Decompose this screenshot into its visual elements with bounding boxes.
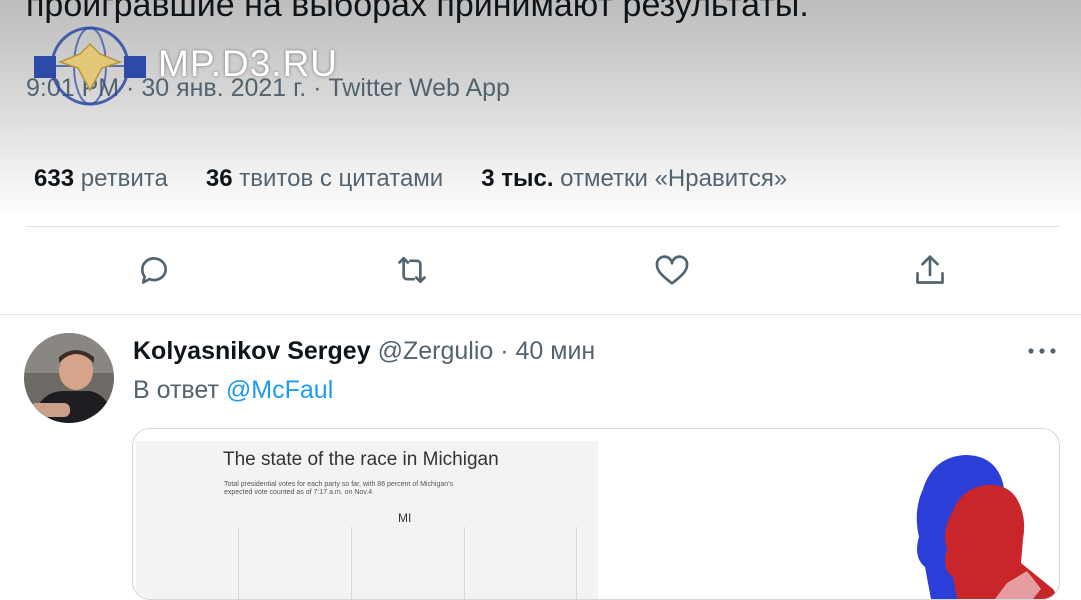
reply-prefix: В ответ: [133, 376, 219, 404]
chart-gridline: [351, 527, 352, 599]
tweet-text-tail: проигравшие на выборах принимают результ…: [26, 0, 809, 24]
watermark-emblem-icon: [34, 26, 146, 106]
chart-gridline: [576, 527, 577, 599]
author-name[interactable]: Kolyasnikov Sergey: [133, 337, 371, 365]
stat-count: 36: [205, 165, 233, 192]
reply-context: В ответ @McFaul: [133, 376, 333, 405]
tweet-actions: [0, 248, 1081, 298]
reply-author: Kolyasnikov Sergey @Zergulio · 40 мин: [133, 337, 595, 366]
share-upload-icon: [916, 255, 944, 284]
divider-thread: [0, 314, 1081, 315]
tweet-stats: 633 ретвита 36 твитов с цитатами 3 тыс. …: [34, 165, 787, 199]
watermark: MP.D3.RU: [30, 24, 360, 114]
stat-count: 633: [34, 165, 75, 192]
chart-gridline: [464, 527, 465, 599]
heart-icon: [655, 255, 689, 285]
chart-image-title: The state of the race in Michigan: [223, 449, 499, 470]
stat-label: ретвита: [80, 165, 168, 192]
speech-bubble-icon: [140, 257, 167, 284]
stat-quote-tweets[interactable]: 36 твитов с цитатами: [206, 165, 443, 199]
stat-label: отметки «Нравится»: [560, 165, 788, 192]
reply-time[interactable]: 40 мин: [516, 337, 596, 365]
reply-button[interactable]: [132, 248, 176, 292]
retweet-arrows-icon: [398, 257, 426, 283]
divider-stats: [26, 226, 1060, 227]
meta-separator: ·: [500, 337, 509, 365]
retweet-button[interactable]: [390, 248, 434, 292]
candidate-silhouettes-image: [916, 455, 1059, 599]
stat-label: твитов с цитатами: [239, 165, 444, 192]
stat-count: 3 тыс.: [481, 165, 554, 192]
author-handle[interactable]: @Zergulio: [378, 337, 494, 365]
chart-image-label: MI: [398, 511, 412, 525]
divider-meta: [26, 134, 1060, 135]
like-button[interactable]: [650, 248, 694, 292]
avatar-photo: [24, 333, 114, 423]
stat-likes[interactable]: 3 тыс. отметки «Нравится»: [481, 165, 787, 199]
avatar[interactable]: [24, 333, 114, 423]
watermark-text: MP.D3.RU: [158, 43, 339, 84]
media-card[interactable]: The state of the race in Michigan Total …: [132, 428, 1060, 600]
more-dots-icon: [1028, 348, 1056, 354]
share-button[interactable]: [908, 248, 952, 292]
chart-image-subtitle: Total presidential votes for each party …: [224, 481, 453, 496]
media-chart-image: The state of the race in Michigan Total …: [136, 441, 598, 599]
reply-mention-link[interactable]: @McFaul: [226, 376, 333, 404]
chart-gridline: [238, 527, 239, 599]
more-options-button[interactable]: [1024, 336, 1060, 366]
stat-retweets[interactable]: 633 ретвита: [34, 165, 168, 199]
